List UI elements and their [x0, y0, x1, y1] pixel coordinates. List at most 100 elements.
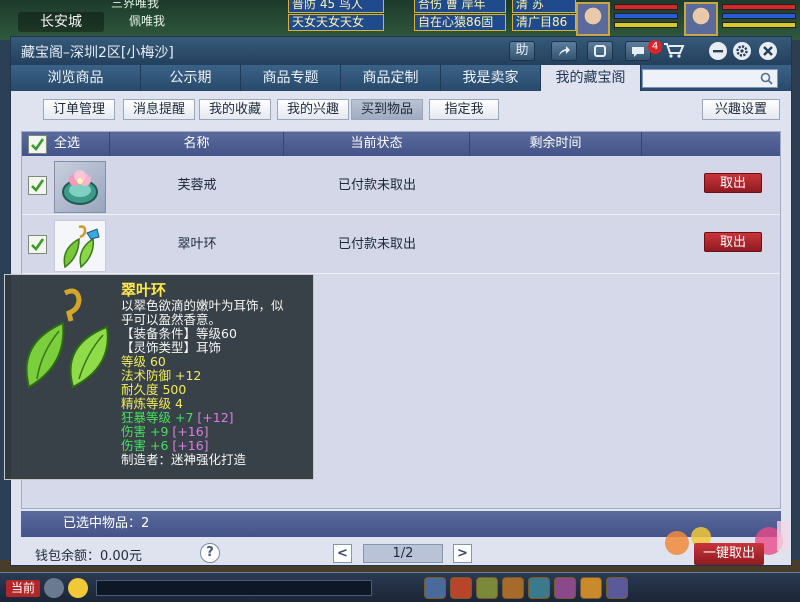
emoji-icon[interactable]	[68, 578, 88, 598]
player-tag: 清广目86	[512, 14, 576, 31]
header-remaining: 剩余时间	[470, 132, 642, 156]
tooltip-details: 翠叶环 以翠色欲滴的嫩叶为耳饰，似 乎可以盈然香意。 【装备条件】等级60 【灵…	[121, 281, 311, 467]
help-icon[interactable]: ?	[200, 543, 220, 563]
team-icon[interactable]	[476, 577, 498, 599]
check-icon	[31, 138, 45, 152]
system-icon[interactable]	[606, 577, 628, 599]
tooltip-stat-line: 伤害 +6 [+16]	[121, 439, 311, 453]
cart-button[interactable]	[661, 41, 687, 61]
tooltip-equip-condition: 【装备条件】等级60	[121, 326, 237, 341]
check-icon	[31, 238, 45, 252]
header-name: 名称	[110, 132, 284, 156]
item-icon[interactable]	[450, 577, 472, 599]
table-row[interactable]: 翠叶环 已付款未取出 取出	[22, 216, 780, 274]
tooltip-stat-bonus: [+12]	[197, 410, 234, 425]
tooltip-stat: 狂暴等级 +7	[121, 410, 194, 425]
item-name: 翠叶环	[177, 237, 217, 252]
tab-custom[interactable]: 商品定制	[341, 65, 441, 91]
hp-bar	[614, 4, 678, 10]
subtab-bought-items[interactable]: 买到物品	[351, 99, 423, 120]
row-checkbox[interactable]	[28, 176, 47, 195]
title-bar[interactable]: 藏宝阁–深圳2区[小梅沙] 助 4	[11, 37, 791, 65]
guild-icon[interactable]	[528, 577, 550, 599]
player-tag: 合伤 曹 岸年	[414, 0, 506, 13]
table-row[interactable]: 芙蓉戒 已付款未取出 取出	[22, 157, 780, 215]
select-all-checkbox[interactable]	[28, 135, 47, 154]
player-tag: 普防 45 鸟人	[288, 0, 384, 13]
earring-icon[interactable]	[54, 220, 106, 272]
tab-my-pavilion[interactable]: 我的藏宝阁	[541, 65, 641, 91]
share-icon	[559, 46, 570, 56]
record-button[interactable]	[587, 41, 613, 61]
minimize-button[interactable]	[709, 42, 727, 60]
tooltip-stat-bonus: [+16]	[172, 424, 209, 439]
mp-bar	[614, 13, 678, 19]
tooltip-description: 乎可以盈然香意。	[121, 312, 222, 327]
tooltip-stat-line: 伤害 +9 [+16]	[121, 425, 311, 439]
search-input[interactable]	[642, 69, 778, 88]
mp-bar	[722, 13, 796, 19]
message-button[interactable]	[625, 41, 651, 61]
tooltip-durability: 耐久度 500	[121, 382, 187, 397]
chat-input[interactable]	[96, 580, 372, 596]
player-tag: 自在心猿86固	[414, 14, 506, 31]
tooltip-type: 【灵饰类型】耳饰	[121, 340, 222, 355]
minimize-icon	[713, 50, 723, 53]
game-bottom-hud: 当前	[0, 572, 800, 602]
next-page-button[interactable]: >	[453, 544, 472, 563]
city-name: 长安城	[18, 12, 104, 32]
skill-icon[interactable]	[424, 577, 446, 599]
tab-seller[interactable]: 我是卖家	[441, 65, 541, 91]
tab-public-period[interactable]: 公示期	[141, 65, 241, 91]
tab-browse[interactable]: 浏览商品	[11, 65, 141, 91]
item-tooltip: 翠叶环 以翠色欲滴的嫩叶为耳饰，似 乎可以盈然香意。 【装备条件】等级60 【灵…	[4, 274, 314, 480]
search-icon[interactable]	[760, 72, 773, 85]
mail-icon[interactable]	[580, 577, 602, 599]
close-icon	[763, 46, 773, 56]
pet-avatar[interactable]	[576, 2, 610, 36]
player-tag: 天女天女天女	[288, 14, 384, 31]
player-avatar[interactable]	[684, 2, 718, 36]
friend-icon[interactable]	[502, 577, 524, 599]
tooltip-refine: 精炼等级 4	[121, 396, 183, 411]
tooltip-stat-line: 狂暴等级 +7 [+12]	[121, 411, 311, 425]
subtab-assigned-to-me[interactable]: 指定我	[429, 99, 499, 120]
earring-large-icon	[25, 288, 109, 389]
close-button[interactable]	[759, 42, 777, 60]
tab-topics[interactable]: 商品专题	[241, 65, 341, 91]
tooltip-stat: 法术防御 +12	[121, 368, 202, 383]
row-checkbox[interactable]	[28, 235, 47, 254]
interest-settings-button[interactable]: 兴趣设置	[702, 99, 780, 120]
take-all-button[interactable]: 一键取出	[694, 543, 764, 565]
task-icon[interactable]	[554, 577, 576, 599]
table-header: 全选 名称 当前状态 剩余时间	[22, 132, 780, 156]
item-name: 芙蓉戒	[177, 178, 217, 193]
take-out-button[interactable]: 取出	[704, 173, 762, 193]
prev-page-button[interactable]: <	[333, 544, 352, 563]
selected-count: 已选中物品：2	[63, 516, 150, 531]
chat-channel-button[interactable]: 当前	[6, 580, 40, 597]
subtab-orders[interactable]: 订单管理	[43, 99, 115, 120]
check-icon	[31, 179, 45, 193]
subtab-messages[interactable]: 消息提醒	[123, 99, 195, 120]
microphone-icon[interactable]	[44, 578, 64, 598]
player-tag: 三界唯我	[111, 0, 160, 10]
tooltip-item-name: 翠叶环	[121, 281, 167, 299]
game-top-hud: 长安城 三界唯我 佩唯我 普防 45 鸟人 合伤 曹 岸年 清 苏 天女天女天女…	[0, 0, 800, 40]
take-out-button[interactable]: 取出	[704, 232, 762, 252]
page-indicator: 1/2	[363, 544, 443, 563]
settings-button[interactable]	[733, 42, 751, 60]
subtab-interests[interactable]: 我的兴趣	[277, 99, 349, 120]
ring-icon[interactable]	[54, 161, 106, 213]
share-button[interactable]	[551, 41, 577, 61]
hp-bar	[722, 4, 796, 10]
subtab-favorites[interactable]: 我的收藏	[199, 99, 271, 120]
header-select-all[interactable]: 全选	[50, 132, 110, 156]
item-remaining	[470, 216, 642, 274]
help-button[interactable]: 助	[509, 41, 535, 61]
tooltip-description: 以翠色欲滴的嫩叶为耳饰，似	[121, 298, 284, 313]
wallet-balance: 钱包余额：0.00元	[35, 549, 142, 564]
message-count-badge: 4	[648, 40, 662, 54]
game-right-edge	[792, 40, 800, 560]
main-tab-bar: 浏览商品 公示期 商品专题 商品定制 我是卖家 我的藏宝阁	[11, 65, 791, 91]
